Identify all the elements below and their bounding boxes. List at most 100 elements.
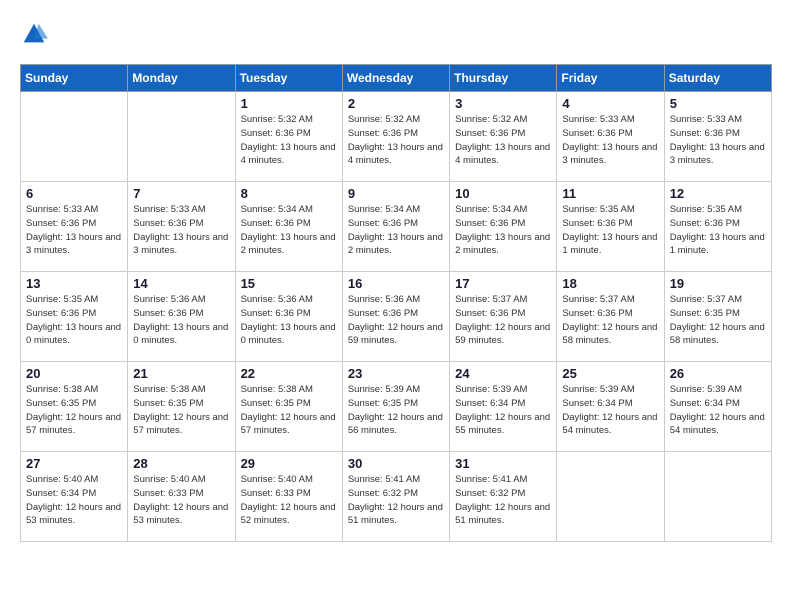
day-info: Sunrise: 5:37 AM Sunset: 6:35 PM Dayligh… <box>670 293 766 348</box>
day-info: Sunrise: 5:32 AM Sunset: 6:36 PM Dayligh… <box>348 113 444 168</box>
day-info: Sunrise: 5:39 AM Sunset: 6:34 PM Dayligh… <box>562 383 658 438</box>
day-number: 12 <box>670 186 766 201</box>
calendar-cell: 29Sunrise: 5:40 AM Sunset: 6:33 PM Dayli… <box>235 452 342 542</box>
day-info: Sunrise: 5:35 AM Sunset: 6:36 PM Dayligh… <box>562 203 658 258</box>
calendar-cell: 24 Sunrise: 5:39 AM Sunset: 6:34 PM Dayli… <box>450 362 557 452</box>
day-info: Sunrise: 5:36 AM Sunset: 6:36 PM Dayligh… <box>241 293 337 348</box>
day-info: Sunrise: 5:38 AM Sunset: 6:35 PM Dayligh… <box>133 383 229 438</box>
page-header <box>20 20 772 48</box>
day-number: 16 <box>348 276 444 291</box>
week-row-1: 1 Sunrise: 5:32 AM Sunset: 6:36 PM Daylig… <box>21 92 772 182</box>
day-number: 10 <box>455 186 551 201</box>
calendar-cell: 31Sunrise: 5:41 AM Sunset: 6:32 PM Dayli… <box>450 452 557 542</box>
day-number: 31 <box>455 456 551 471</box>
day-info: Sunrise: 5:39 AM Sunset: 6:34 PM Dayligh… <box>670 383 766 438</box>
day-number: 15 <box>241 276 337 291</box>
day-number: 30 <box>348 456 444 471</box>
calendar-cell: 26 Sunrise: 5:39 AM Sunset: 6:34 PM Dayli… <box>664 362 771 452</box>
calendar-header-row: SundayMondayTuesdayWednesdayThursdayFrid… <box>21 65 772 92</box>
day-info: Sunrise: 5:33 AM Sunset: 6:36 PM Dayligh… <box>562 113 658 168</box>
day-info: Sunrise: 5:33 AM Sunset: 6:36 PM Dayligh… <box>133 203 229 258</box>
day-info: Sunrise: 5:35 AM Sunset: 6:36 PM Dayligh… <box>670 203 766 258</box>
day-number: 18 <box>562 276 658 291</box>
calendar-cell: 17Sunrise: 5:37 AM Sunset: 6:36 PM Dayli… <box>450 272 557 362</box>
day-number: 8 <box>241 186 337 201</box>
calendar-cell: 2 Sunrise: 5:32 AM Sunset: 6:36 PM Daylig… <box>342 92 449 182</box>
day-number: 14 <box>133 276 229 291</box>
day-info: Sunrise: 5:34 AM Sunset: 6:36 PM Dayligh… <box>241 203 337 258</box>
day-info: Sunrise: 5:40 AM Sunset: 6:33 PM Dayligh… <box>133 473 229 528</box>
calendar-cell: 25Sunrise: 5:39 AM Sunset: 6:34 PM Dayli… <box>557 362 664 452</box>
calendar-cell <box>21 92 128 182</box>
day-number: 9 <box>348 186 444 201</box>
day-info: Sunrise: 5:37 AM Sunset: 6:36 PM Dayligh… <box>562 293 658 348</box>
day-info: Sunrise: 5:33 AM Sunset: 6:36 PM Dayligh… <box>26 203 122 258</box>
day-info: Sunrise: 5:39 AM Sunset: 6:34 PM Dayligh… <box>455 383 551 438</box>
day-info: Sunrise: 5:40 AM Sunset: 6:34 PM Dayligh… <box>26 473 122 528</box>
day-info: Sunrise: 5:36 AM Sunset: 6:36 PM Dayligh… <box>133 293 229 348</box>
day-number: 5 <box>670 96 766 111</box>
calendar-cell: 16 Sunrise: 5:36 AM Sunset: 6:36 PM Dayli… <box>342 272 449 362</box>
day-info: Sunrise: 5:32 AM Sunset: 6:36 PM Dayligh… <box>455 113 551 168</box>
calendar-cell: 27 Sunrise: 5:40 AM Sunset: 6:34 PM Dayli… <box>21 452 128 542</box>
day-info: Sunrise: 5:34 AM Sunset: 6:36 PM Dayligh… <box>455 203 551 258</box>
calendar-cell: 30 Sunrise: 5:41 AM Sunset: 6:32 PM Dayli… <box>342 452 449 542</box>
calendar-cell: 13Sunrise: 5:35 AM Sunset: 6:36 PM Dayli… <box>21 272 128 362</box>
day-number: 21 <box>133 366 229 381</box>
day-info: Sunrise: 5:34 AM Sunset: 6:36 PM Dayligh… <box>348 203 444 258</box>
calendar-cell: 7 Sunrise: 5:33 AM Sunset: 6:36 PM Daylig… <box>128 182 235 272</box>
calendar-cell: 10 Sunrise: 5:34 AM Sunset: 6:36 PM Dayli… <box>450 182 557 272</box>
day-info: Sunrise: 5:38 AM Sunset: 6:35 PM Dayligh… <box>241 383 337 438</box>
calendar-cell: 23Sunrise: 5:39 AM Sunset: 6:35 PM Dayli… <box>342 362 449 452</box>
calendar-cell: 28 Sunrise: 5:40 AM Sunset: 6:33 PM Dayli… <box>128 452 235 542</box>
col-header-thursday: Thursday <box>450 65 557 92</box>
calendar-cell: 6 Sunrise: 5:33 AM Sunset: 6:36 PM Daylig… <box>21 182 128 272</box>
day-number: 13 <box>26 276 122 291</box>
calendar-cell: 15 Sunrise: 5:36 AM Sunset: 6:36 PM Dayli… <box>235 272 342 362</box>
day-number: 24 <box>455 366 551 381</box>
calendar-cell: 18 Sunrise: 5:37 AM Sunset: 6:36 PM Dayli… <box>557 272 664 362</box>
calendar-cell: 22 Sunrise: 5:38 AM Sunset: 6:35 PM Dayli… <box>235 362 342 452</box>
calendar-cell: 4 Sunrise: 5:33 AM Sunset: 6:36 PM Daylig… <box>557 92 664 182</box>
col-header-sunday: Sunday <box>21 65 128 92</box>
day-number: 7 <box>133 186 229 201</box>
calendar-cell <box>557 452 664 542</box>
day-number: 28 <box>133 456 229 471</box>
day-number: 20 <box>26 366 122 381</box>
day-number: 17 <box>455 276 551 291</box>
day-info: Sunrise: 5:32 AM Sunset: 6:36 PM Dayligh… <box>241 113 337 168</box>
calendar-cell: 9 Sunrise: 5:34 AM Sunset: 6:36 PM Daylig… <box>342 182 449 272</box>
day-number: 29 <box>241 456 337 471</box>
col-header-monday: Monday <box>128 65 235 92</box>
col-header-saturday: Saturday <box>664 65 771 92</box>
calendar-cell: 8 Sunrise: 5:34 AM Sunset: 6:36 PM Daylig… <box>235 182 342 272</box>
day-number: 26 <box>670 366 766 381</box>
calendar-cell: 12 Sunrise: 5:35 AM Sunset: 6:36 PM Dayli… <box>664 182 771 272</box>
col-header-wednesday: Wednesday <box>342 65 449 92</box>
calendar-cell: 21 Sunrise: 5:38 AM Sunset: 6:35 PM Dayli… <box>128 362 235 452</box>
day-number: 22 <box>241 366 337 381</box>
calendar-cell: 11 Sunrise: 5:35 AM Sunset: 6:36 PM Dayli… <box>557 182 664 272</box>
logo <box>20 20 54 48</box>
calendar-cell: 14 Sunrise: 5:36 AM Sunset: 6:36 PM Dayli… <box>128 272 235 362</box>
week-row-5: 27 Sunrise: 5:40 AM Sunset: 6:34 PM Dayli… <box>21 452 772 542</box>
calendar-cell: 3 Sunrise: 5:32 AM Sunset: 6:36 PM Daylig… <box>450 92 557 182</box>
col-header-tuesday: Tuesday <box>235 65 342 92</box>
day-info: Sunrise: 5:41 AM Sunset: 6:32 PM Dayligh… <box>348 473 444 528</box>
day-number: 19 <box>670 276 766 291</box>
col-header-friday: Friday <box>557 65 664 92</box>
day-number: 2 <box>348 96 444 111</box>
day-number: 1 <box>241 96 337 111</box>
week-row-3: 13Sunrise: 5:35 AM Sunset: 6:36 PM Dayli… <box>21 272 772 362</box>
day-number: 6 <box>26 186 122 201</box>
day-number: 27 <box>26 456 122 471</box>
day-number: 4 <box>562 96 658 111</box>
calendar-cell <box>664 452 771 542</box>
day-number: 11 <box>562 186 658 201</box>
calendar-cell <box>128 92 235 182</box>
day-number: 3 <box>455 96 551 111</box>
day-info: Sunrise: 5:36 AM Sunset: 6:36 PM Dayligh… <box>348 293 444 348</box>
week-row-2: 6 Sunrise: 5:33 AM Sunset: 6:36 PM Daylig… <box>21 182 772 272</box>
calendar-cell: 19 Sunrise: 5:37 AM Sunset: 6:35 PM Dayli… <box>664 272 771 362</box>
calendar-cell: 1 Sunrise: 5:32 AM Sunset: 6:36 PM Daylig… <box>235 92 342 182</box>
